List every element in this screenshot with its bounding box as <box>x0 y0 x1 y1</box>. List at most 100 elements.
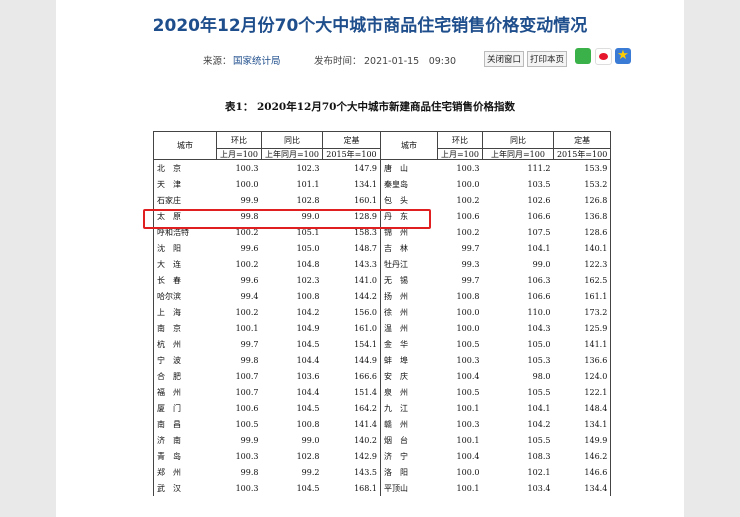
table-cell-d2: 136.8 <box>553 208 612 224</box>
table-cell-c2: 安 庆 <box>383 371 408 381</box>
table-cell-b1: 105.0 <box>296 243 320 253</box>
table-cell-a1: 99.9 <box>240 195 259 205</box>
table-cell-c2: 吉 林 <box>383 243 408 253</box>
table-cell-c1: 青 岛 <box>153 448 217 464</box>
table-cell-d2: 161.1 <box>553 288 612 304</box>
table-cell-b2: 105.5 <box>527 387 551 397</box>
table-row: 大 连 100.2 104.8 143.3 牡丹江 99.3 99.0 122.3 <box>153 256 612 272</box>
favorite-star-icon[interactable]: ★ <box>615 48 631 64</box>
table-cell-a1: 100.2 <box>235 307 259 317</box>
table-cell-a1: 99.6 <box>240 275 259 285</box>
table-cell-b2: 104.3 <box>527 323 551 333</box>
table-cell-a1: 100.7 <box>235 387 259 397</box>
table-cell-b2: 103.4 <box>527 483 551 493</box>
header-yoy-sub-2: 上年同月=100 <box>481 148 554 160</box>
table-cell-b1: 100.8 <box>296 419 320 429</box>
table-row: 武 汉 100.3 104.5 168.1 平顶山 100.1 103.4 134.4 <box>153 480 612 496</box>
table-cell-b2: 106.6 <box>527 211 551 221</box>
table-cell-a2: 100.5 <box>456 339 480 349</box>
table-cell-a1: 100.7 <box>235 371 259 381</box>
table-cell-b1: 103.6 <box>296 371 320 381</box>
header-base-1: 定基 <box>321 131 381 149</box>
table-cell-b1: 99.2 <box>301 467 320 477</box>
table-cell-c2: 九 江 <box>383 403 408 413</box>
table-cell-a1: 100.3 <box>235 483 259 493</box>
table-cell-b2: 104.2 <box>527 419 551 429</box>
table-cell-b2: 107.5 <box>527 227 551 237</box>
table-cell-c1: 福 州 <box>153 384 217 400</box>
print-page-button[interactable]: 打印本页 <box>527 51 568 67</box>
table-cell-a2: 100.3 <box>456 163 480 173</box>
source-link[interactable]: 国家统计局 <box>233 53 281 67</box>
table-cell-d1: 166.6 <box>322 368 381 384</box>
table-cell-c2: 金 华 <box>383 339 408 349</box>
table-cell-d1: 148.7 <box>322 240 381 256</box>
table-cell-b1: 104.5 <box>296 339 320 349</box>
table-cell-b1: 101.1 <box>296 179 320 189</box>
table-cell-a2: 100.3 <box>456 355 480 365</box>
table-cell-c2: 秦皇岛 <box>383 179 408 189</box>
table-cell-d1: 147.9 <box>322 159 381 176</box>
header-city-1: 城市 <box>153 131 217 160</box>
table-cell-b2: 106.3 <box>527 275 551 285</box>
header-base-2: 定基 <box>552 131 612 149</box>
table-cell-b1: 100.8 <box>296 291 320 301</box>
table-caption: 表1： 2020年12月70个大中城市新建商品住宅销售价格指数 <box>225 101 515 113</box>
table-cell-d2: 125.9 <box>553 320 612 336</box>
table-cell-c2: 烟 台 <box>383 435 408 445</box>
source-label: 来源： <box>203 56 232 67</box>
table-cell-c1: 天 津 <box>153 176 217 192</box>
page-title: 2020年12月份70个大中城市商品住宅销售价格变动情况 <box>152 16 588 36</box>
price-index-table: 城市 环比 同比 定基 城市 环比 同比 定基 上月=100 上年同月=100 … <box>153 131 612 496</box>
table-cell-d1: 143.5 <box>322 464 381 480</box>
weibo-icon[interactable] <box>595 48 612 65</box>
table-cell-c1: 合 肥 <box>153 368 217 384</box>
table-cell-d1: 140.2 <box>322 432 381 448</box>
table-cell-d1: 151.4 <box>322 384 381 400</box>
table-cell-a2: 100.0 <box>456 323 480 333</box>
table-cell-b1: 104.5 <box>296 483 320 493</box>
table-row: 长 春 99.6 102.3 141.0 无 锡 99.7 106.3 162.5 <box>153 272 612 288</box>
table-row: 沈 阳 99.6 105.0 148.7 吉 林 99.7 104.1 140.1 <box>153 240 612 256</box>
table-cell-c1: 长 春 <box>153 272 217 288</box>
table-cell-b2: 104.1 <box>527 403 551 413</box>
table-cell-c1: 哈尔滨 <box>153 288 217 304</box>
table-cell-c1: 郑 州 <box>153 464 217 480</box>
table-row: 南 京 100.1 104.9 161.0 温 州 100.0 104.3 125.9 <box>153 320 612 336</box>
table-cell-c2: 扬 州 <box>383 291 408 301</box>
table-cell-c1: 济 南 <box>153 432 217 448</box>
table-cell-c2: 赣 州 <box>383 419 408 429</box>
table-cell-b1: 99.0 <box>301 435 320 445</box>
table-cell-d1: 144.2 <box>322 288 381 304</box>
wechat-icon[interactable] <box>575 48 591 64</box>
table-row: 青 岛 100.3 102.8 142.9 济 宁 100.4 108.3 146.2 <box>153 448 612 464</box>
table-cell-c2: 牡丹江 <box>383 259 408 269</box>
table-cell-d2: 149.9 <box>553 432 612 448</box>
table-cell-d2: 140.1 <box>553 240 612 256</box>
table-row: 郑 州 99.8 99.2 143.5 洛 阳 100.0 102.1 146.6 <box>153 464 612 480</box>
table-cell-a2: 99.7 <box>461 243 480 253</box>
table-cell-a2: 99.7 <box>461 275 480 285</box>
table-cell-a1: 99.9 <box>240 435 259 445</box>
table-cell-a1: 99.4 <box>240 291 259 301</box>
table-cell-c1: 宁 波 <box>153 352 217 368</box>
table-cell-a2: 100.2 <box>456 195 480 205</box>
table-cell-d1: 143.3 <box>322 256 381 272</box>
header-base-sub-1: 2015年=100 <box>321 148 381 160</box>
table-cell-a1: 100.1 <box>235 323 259 333</box>
table-cell-d1: 141.4 <box>322 416 381 432</box>
table-cell-c2: 徐 州 <box>383 307 408 317</box>
table-row: 杭 州 99.7 104.5 154.1 金 华 100.5 105.0 141.1 <box>153 336 612 352</box>
table-row: 北 京 100.3 102.3 147.9 唐 山 100.3 111.2 153.9 <box>153 159 612 176</box>
table-cell-d2: 134.4 <box>553 480 612 496</box>
table-cell-a1: 100.2 <box>235 259 259 269</box>
table-cell-b1: 102.8 <box>296 195 320 205</box>
table-cell-a2: 100.4 <box>456 371 480 381</box>
table-row: 厦 门 100.6 104.5 164.2 九 江 100.1 104.1 148.4 <box>153 400 612 416</box>
table-cell-c2: 洛 阳 <box>383 467 408 477</box>
table-row: 哈尔滨 99.4 100.8 144.2 扬 州 100.8 106.6 161.1 <box>153 288 612 304</box>
table-cell-b2: 111.2 <box>527 163 551 173</box>
close-window-button[interactable]: 关闭窗口 <box>484 51 525 67</box>
table-cell-a1: 99.6 <box>240 243 259 253</box>
table-row: 石家庄 99.9 102.8 160.1 包 头 100.2 102.6 126.8 <box>153 192 612 208</box>
